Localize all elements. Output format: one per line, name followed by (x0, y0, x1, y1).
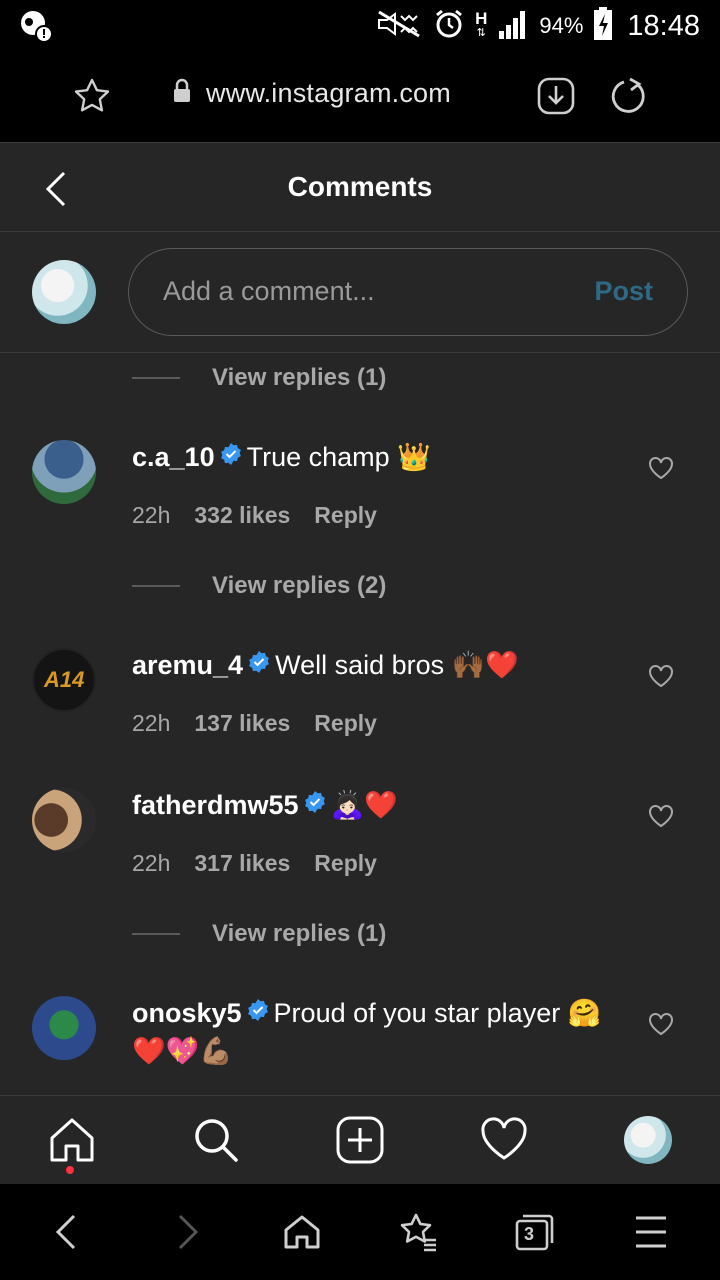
commenter-avatar[interactable] (32, 788, 96, 852)
browser-navigation-bar: 3 (0, 1184, 720, 1280)
data-saver-alert-icon (18, 8, 54, 49)
url-text: www.instagram.com (206, 78, 451, 108)
network-type-icon: H ⇅ (475, 9, 488, 39)
comment-username[interactable]: aremu_4 (132, 650, 243, 680)
new-post-icon[interactable] (334, 1114, 386, 1171)
tabs-icon[interactable]: 3 (514, 1212, 556, 1257)
like-heart-icon[interactable] (648, 1012, 674, 1041)
reply-button[interactable]: Reply (314, 850, 377, 877)
comment-text: 🙇🏻‍♀️❤️ (330, 790, 398, 821)
home-icon[interactable] (46, 1114, 98, 1171)
verified-badge-icon (303, 788, 327, 822)
comment-username[interactable]: onosky5 (132, 998, 242, 1028)
divider (132, 377, 180, 379)
activity-heart-icon[interactable] (478, 1114, 530, 1171)
home-page-icon[interactable] (282, 1212, 322, 1257)
search-icon[interactable] (190, 1114, 242, 1171)
like-heart-icon[interactable] (648, 664, 674, 693)
comments-list: View replies (1) c.a_10 True champ 👑 22h … (0, 354, 720, 1094)
download-icon[interactable] (536, 76, 576, 121)
mute-icon (375, 8, 423, 45)
divider (132, 933, 180, 935)
comment-time: 22h (132, 710, 171, 736)
commenter-avatar[interactable]: A14 (32, 648, 96, 712)
current-user-avatar[interactable] (32, 260, 96, 324)
commenter-avatar[interactable] (32, 440, 96, 504)
tabs-count: 3 (524, 1224, 535, 1244)
comment-likes[interactable]: 137 likes (194, 710, 290, 737)
lock-icon (172, 78, 192, 109)
comment-time: 22h (132, 850, 171, 876)
browser-toolbar: www.instagram.com (0, 52, 720, 142)
comments-header: Comments (0, 142, 720, 232)
view-replies-button[interactable]: View replies (2) (132, 572, 386, 600)
back-arrow-icon[interactable] (52, 1212, 82, 1257)
comment-username[interactable]: c.a_10 (132, 442, 215, 472)
comment-text: Well said bros 🙌🏾❤️ (275, 650, 519, 681)
reply-button[interactable]: Reply (314, 502, 377, 529)
comment-likes[interactable]: 332 likes (194, 502, 290, 529)
avatar-logo-text: A14 (44, 667, 85, 692)
view-replies-button[interactable]: View replies (1) (132, 920, 386, 948)
comment-time: 22h (132, 502, 171, 528)
signal-icon (497, 9, 529, 44)
clock: 18:48 (627, 9, 700, 42)
comment-input[interactable]: Add a comment... Post (128, 248, 688, 336)
bottom-tab-bar (0, 1095, 720, 1184)
comment-placeholder: Add a comment... (163, 276, 375, 306)
bookmark-star-icon[interactable] (72, 76, 112, 121)
comment-likes[interactable]: 317 likes (194, 850, 290, 877)
comment-composer: Add a comment... Post (0, 233, 720, 353)
notification-dot (66, 1166, 74, 1174)
post-button[interactable]: Post (594, 276, 653, 307)
view-replies-button[interactable]: View replies (1) (132, 364, 386, 392)
forward-arrow-icon[interactable] (172, 1212, 202, 1257)
verified-badge-icon (246, 996, 270, 1030)
reply-button[interactable]: Reply (314, 710, 377, 737)
verified-badge-icon (247, 648, 271, 682)
comment-text: True champ 👑 (246, 442, 431, 473)
like-heart-icon[interactable] (648, 804, 674, 833)
bookmarks-icon[interactable] (398, 1212, 440, 1257)
battery-percent: 94% (539, 13, 584, 38)
commenter-avatar[interactable] (32, 996, 96, 1060)
profile-avatar[interactable] (624, 1116, 672, 1164)
alarm-icon (433, 8, 465, 45)
address-bar[interactable]: www.instagram.com (172, 78, 451, 109)
menu-icon[interactable] (634, 1212, 668, 1257)
battery-icon (593, 6, 613, 46)
comment-username[interactable]: fatherdmw55 (132, 790, 299, 820)
instagram-app: Comments Add a comment... Post View repl… (0, 142, 720, 1184)
reload-icon[interactable] (608, 76, 648, 121)
like-heart-icon[interactable] (648, 456, 674, 485)
page-title: Comments (287, 171, 433, 202)
status-bar: H ⇅ 94% 18:48 (0, 0, 720, 52)
divider (132, 585, 180, 587)
verified-badge-icon (219, 440, 243, 474)
